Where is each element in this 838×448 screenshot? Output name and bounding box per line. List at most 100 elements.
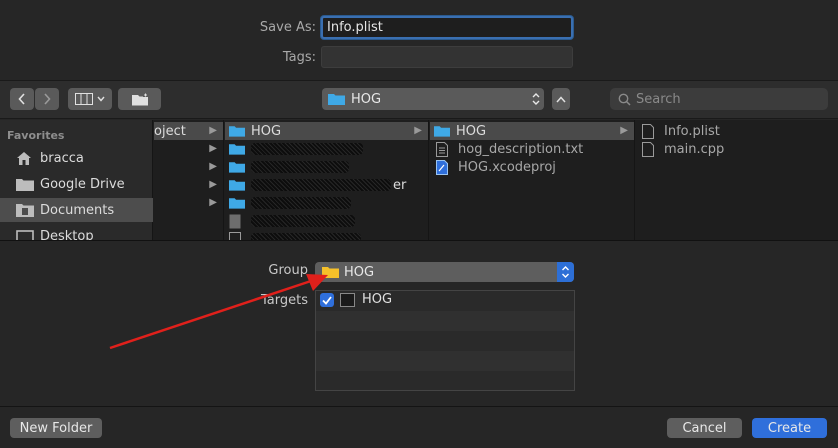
list-item[interactable]: ▶	[154, 140, 223, 158]
search-field[interactable]: Search	[610, 88, 828, 110]
sidebar-item-google-drive[interactable]: Google Drive	[0, 172, 153, 196]
list-item[interactable]	[225, 140, 428, 158]
list-item-label: main.cpp	[664, 141, 725, 157]
redacted-text	[251, 197, 351, 209]
chevron-right-icon: ▶	[620, 125, 628, 136]
list-item[interactable]: ▶	[154, 158, 223, 176]
table-row	[316, 331, 574, 351]
sidebar-item-desktop[interactable]: Desktop	[0, 224, 153, 240]
list-item[interactable]: main.cpp	[636, 140, 838, 158]
create-button[interactable]: Create	[752, 418, 827, 438]
file-browser: Favorites bracca Google Drive Documents …	[0, 120, 838, 240]
sidebar-item-label: Documents	[40, 202, 115, 218]
chevron-left-icon	[18, 93, 25, 105]
chevron-right-icon: ▶	[209, 179, 217, 190]
list-item[interactable]: ▶	[154, 176, 223, 194]
list-item[interactable]: hog_description.txt	[430, 140, 634, 158]
chevron-right-icon: ▶	[209, 125, 217, 136]
table-row[interactable]: HOG	[316, 291, 574, 311]
list-item[interactable]: Info.plist	[636, 122, 838, 140]
table-row	[316, 371, 574, 391]
file-icon	[642, 141, 654, 157]
new-folder-button[interactable]: New Folder	[10, 418, 102, 438]
list-item[interactable]: HOG ▶	[430, 122, 634, 140]
chevron-right-icon	[44, 93, 51, 105]
target-label: HOG	[362, 292, 393, 307]
chevron-right-icon: ▶	[414, 125, 422, 136]
xcodeproj-icon	[436, 159, 448, 175]
tags-input[interactable]	[321, 46, 573, 68]
sidebar-item-bracca[interactable]: bracca	[0, 146, 153, 170]
list-item-label: hog_description.txt	[458, 141, 584, 157]
list-item[interactable]: HOG.xcodeproj	[430, 158, 634, 176]
list-item[interactable]	[225, 158, 428, 176]
sidebar-item-documents[interactable]: Documents	[0, 198, 153, 222]
file-icon	[642, 123, 654, 139]
folder-icon	[229, 162, 245, 173]
sidebar-heading: Favorites	[7, 129, 65, 142]
browser-column-1: oject ▶ ▶ ▶ ▶ ▶	[154, 120, 224, 240]
chevron-down-icon	[97, 96, 105, 102]
folder-icon	[434, 126, 450, 137]
list-item[interactable]: oject ▶	[154, 122, 223, 140]
folder-icon	[229, 180, 245, 191]
sidebar-item-label: Google Drive	[40, 176, 125, 192]
cancel-button[interactable]: Cancel	[667, 418, 742, 438]
folder-icon	[229, 144, 245, 155]
terminal-target-icon	[340, 293, 355, 307]
sidebar-item-label: Desktop	[40, 228, 94, 241]
folder-badge-icon	[131, 92, 148, 105]
list-item[interactable]	[225, 194, 428, 212]
chevron-right-icon: ▶	[209, 143, 217, 154]
file-icon	[229, 231, 241, 240]
columns-view-icon	[75, 93, 93, 105]
redacted-text	[251, 161, 349, 173]
redacted-text	[251, 233, 361, 240]
search-placeholder: Search	[636, 91, 681, 107]
collapse-button[interactable]	[552, 88, 570, 110]
documents-icon	[16, 204, 34, 217]
table-row	[316, 311, 574, 331]
chevron-up-icon	[556, 95, 566, 102]
list-item[interactable]	[225, 230, 428, 240]
save-as-input[interactable]: Info.plist	[321, 16, 573, 39]
list-item-label: HOG.xcodeproj	[458, 159, 556, 175]
list-item[interactable]: HOG ▶	[225, 122, 428, 140]
forward-button[interactable]	[35, 88, 59, 110]
browser-column-3: HOG ▶ hog_description.txt HOG.xcodeproj	[430, 120, 635, 240]
redacted-text	[251, 179, 391, 191]
folder-icon	[328, 94, 345, 105]
targets-list: HOG	[315, 290, 575, 391]
list-item-label: oject	[154, 123, 186, 139]
sidebar: Favorites bracca Google Drive Documents …	[0, 120, 153, 240]
list-item-label: Info.plist	[664, 123, 720, 139]
browser-column-2: HOG ▶ er	[225, 120, 429, 240]
folder-icon	[229, 126, 245, 137]
browser-column-4: Info.plist main.cpp	[636, 120, 838, 240]
list-item-label: HOG	[456, 123, 487, 139]
view-mode-button[interactable]	[68, 88, 112, 110]
annotation-arrow	[109, 274, 328, 350]
sidebar-item-label: bracca	[40, 150, 84, 166]
stepper-icon	[532, 93, 540, 105]
back-button[interactable]	[10, 88, 34, 110]
stepper-icon	[557, 262, 574, 282]
list-item-label: HOG	[251, 123, 282, 139]
path-popup-label: HOG	[351, 91, 382, 107]
new-folder-toolbar-button[interactable]	[118, 88, 161, 110]
group-popup-label: HOG	[344, 264, 375, 280]
list-item[interactable]: er	[225, 176, 428, 194]
list-item[interactable]	[225, 212, 428, 230]
home-icon	[17, 151, 31, 165]
text-file-icon	[436, 141, 448, 157]
list-item-label: er	[393, 177, 407, 193]
list-item[interactable]: ▶	[154, 194, 223, 212]
desktop-icon	[16, 229, 34, 240]
redacted-text	[251, 215, 355, 227]
chevron-right-icon: ▶	[209, 161, 217, 172]
group-popup[interactable]: HOG	[315, 262, 574, 282]
tags-label: Tags:	[282, 50, 316, 65]
redacted-text	[251, 143, 363, 155]
folder-icon	[16, 178, 34, 191]
path-popup[interactable]: HOG	[322, 88, 544, 110]
